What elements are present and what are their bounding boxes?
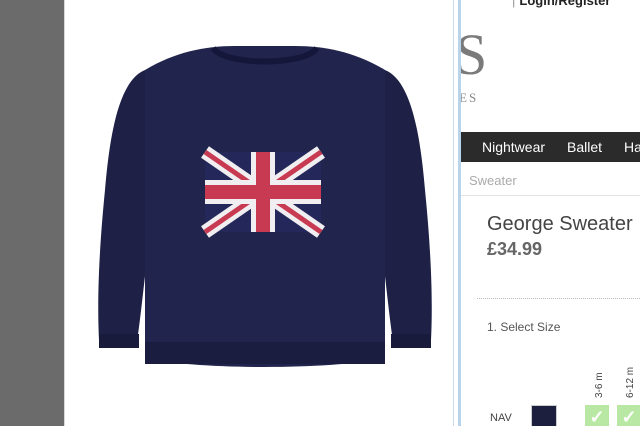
colour-swatch[interactable] [531,405,557,426]
login-link[interactable]: Login [519,0,554,8]
section-divider [477,298,640,299]
background-overlay [0,0,64,426]
site-logo[interactable]: S [461,26,487,84]
image-lightbox[interactable] [64,0,461,426]
product-title: George Sweater [487,213,633,235]
lightbox-border [453,0,454,426]
size-available-check-icon[interactable]: ✓ [617,405,640,426]
links-prefix: | [512,0,516,8]
account-links: | Login/Register [512,0,610,8]
size-available-check-icon[interactable]: ✓ [585,405,609,426]
product-price: £34.99 [487,239,543,259]
product-page: | Login/Register S ES Nightwear Ballet Ha… [461,0,640,426]
product-image [98,45,432,367]
site-logo-subtitle: ES [461,90,479,105]
size-header: 6-12 m [625,366,636,398]
main-nav: Nightwear Ballet Ha [461,132,640,162]
register-link[interactable]: Register [558,0,610,8]
breadcrumb: Sweater [469,173,517,188]
size-header: 3-6 m [594,372,605,398]
nav-item-nightwear[interactable]: Nightwear [482,139,545,155]
nav-item-truncated[interactable]: Ha [624,139,640,155]
select-size-label: 1. Select Size [487,320,561,334]
nav-item-ballet[interactable]: Ballet [567,139,602,155]
breadcrumb-divider [461,195,640,196]
colour-code: NAV [490,412,512,424]
